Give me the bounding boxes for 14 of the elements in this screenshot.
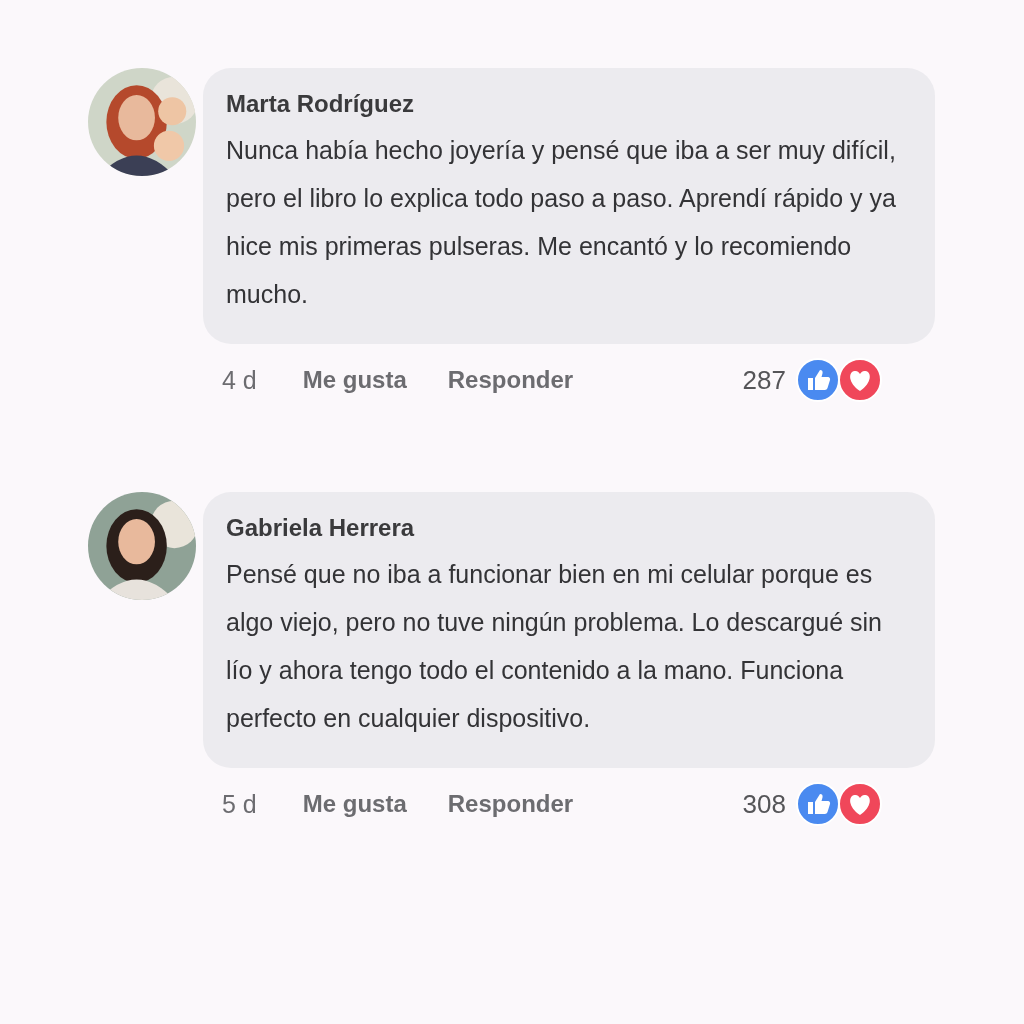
thumbs-up-icon — [796, 358, 840, 402]
reply-link[interactable]: Responder — [447, 366, 574, 394]
comment-text: Nunca había hecho joyería y pensé que iba a ser muy difícil, pero el libro lo explica todo paso a paso. Aprendí rápido y ya hice mis primeras pulseras. Me encantó y lo recomiendo mucho. — [226, 135, 897, 310]
reaction-count: 308 — [742, 788, 786, 820]
reaction-count: 287 — [742, 364, 786, 396]
comment-time: 4 d — [222, 365, 257, 395]
like-link[interactable]: Me gusta — [302, 790, 407, 818]
reply-link[interactable]: Responder — [447, 790, 574, 818]
author-name: Gabriela Herrera — [226, 514, 416, 542]
like-link[interactable]: Me gusta — [302, 366, 407, 394]
author-name: Marta Rodríguez — [226, 90, 415, 118]
thumbs-up-icon — [796, 782, 840, 826]
comment-text: Pensé que no iba a funcionar bien en mi celular porque es algo viejo, pero no tuve ningún problema. Lo descargué sin lío y ahora tengo todo el contenido a la mano. Funciona perfecto en cualquier dispositivo. — [226, 559, 883, 734]
comment-time: 5 d — [222, 789, 257, 819]
